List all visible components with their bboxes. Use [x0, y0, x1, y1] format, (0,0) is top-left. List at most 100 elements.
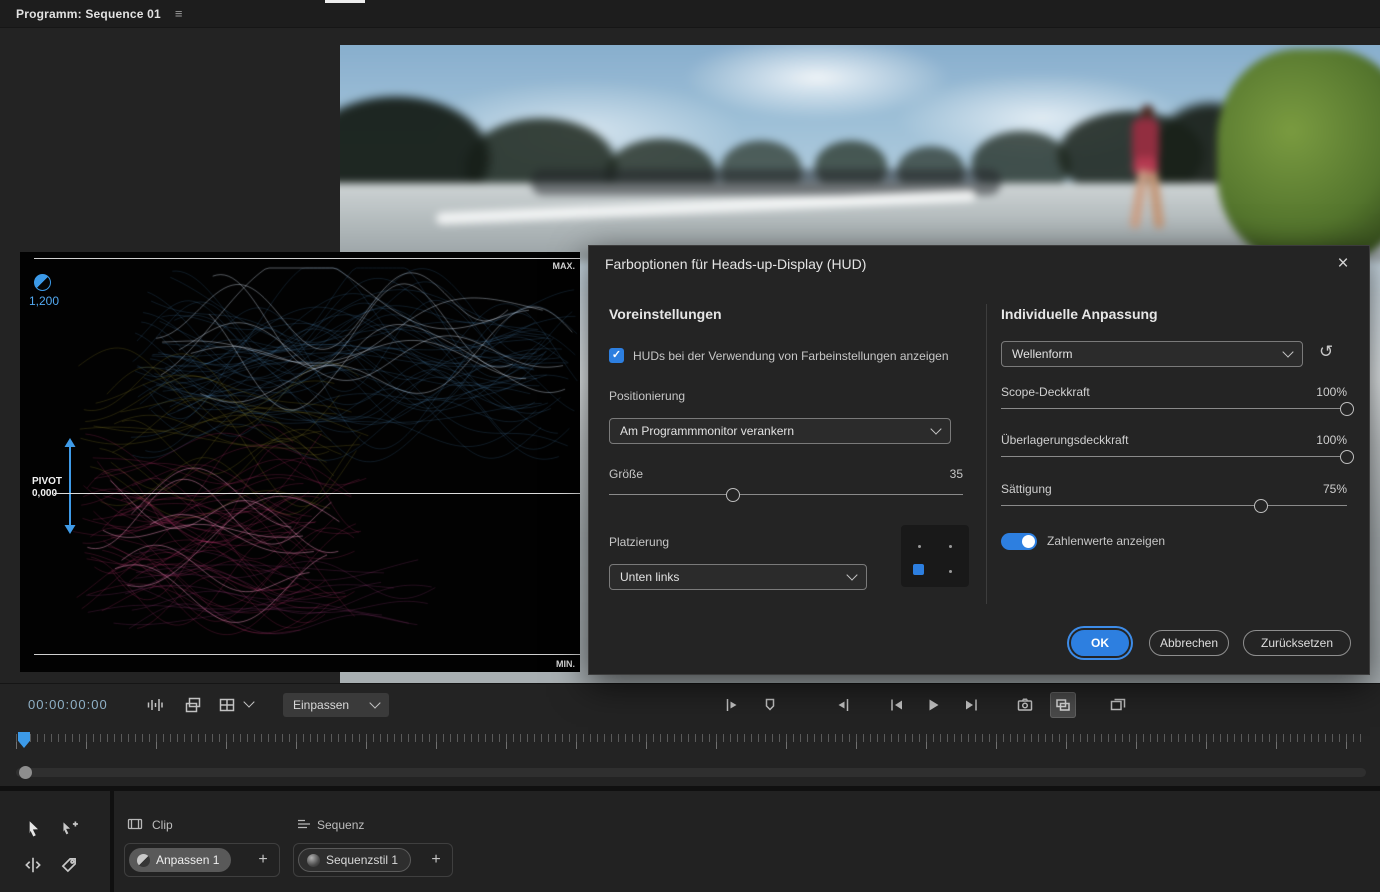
mark-out-button[interactable]	[830, 692, 856, 718]
selection-tool-button[interactable]	[20, 816, 46, 842]
chevron-down-icon	[930, 423, 941, 434]
sequence-style-pill[interactable]: Sequenzstil 1	[298, 848, 411, 872]
scope-min-line	[34, 654, 580, 655]
play-button[interactable]	[920, 692, 946, 718]
custom-heading: Individuelle Anpassung	[1001, 306, 1158, 322]
program-monitor-header: Programm: Sequence 01 ≡	[0, 0, 1380, 28]
go-to-out-button[interactable]	[958, 692, 984, 718]
presets-heading: Voreinstellungen	[609, 306, 722, 322]
placement-dot-top-left[interactable]	[918, 545, 921, 548]
dialog-close-icon[interactable]: ×	[1331, 252, 1355, 276]
mark-in-button[interactable]	[719, 692, 745, 718]
add-clip-preset-button[interactable]: +	[251, 848, 275, 872]
clip-adjust-pill[interactable]: Anpassen 1	[129, 848, 231, 872]
placement-dropdown[interactable]: Unten links	[609, 564, 867, 590]
label-tool-button[interactable]	[56, 852, 82, 878]
contrast-icon[interactable]	[34, 274, 51, 291]
zoom-level-select[interactable]: Einpassen	[283, 693, 389, 717]
style-sphere-icon	[307, 854, 320, 867]
saturation-value[interactable]: 75%	[1323, 482, 1347, 496]
chevron-down-icon	[846, 569, 857, 580]
chevron-down-icon[interactable]	[243, 696, 254, 707]
comparison-view-button[interactable]	[1105, 692, 1131, 718]
size-slider[interactable]	[609, 484, 963, 506]
adjustment-icon	[137, 854, 150, 867]
placement-grid[interactable]	[901, 525, 969, 587]
positioning-dropdown[interactable]: Am Programmmonitor verankern	[609, 418, 951, 444]
show-values-label: Zahlenwerte anzeigen	[1047, 534, 1165, 548]
pivot-line[interactable]	[54, 493, 580, 494]
saturation-slider[interactable]	[1001, 495, 1347, 517]
sequence-section-label: Sequenz	[317, 818, 364, 832]
overlay-opacity-label: Überlagerungsdeckkraft	[1001, 433, 1128, 447]
go-to-out-icon	[962, 696, 980, 714]
scope-value[interactable]: 1,200	[29, 294, 59, 308]
hud-color-options-dialog: Farboptionen für Heads-up-Display (HUD) …	[588, 245, 1370, 675]
pointer-icon	[23, 819, 43, 839]
scrollbar-thumb[interactable]	[19, 766, 32, 779]
scope-opacity-label: Scope-Deckkraft	[1001, 385, 1090, 399]
premiere-app: Programm: Sequence 01 ≡ MAX	[0, 0, 1380, 892]
ripple-edit-icon	[23, 855, 43, 875]
size-value[interactable]: 35	[923, 467, 963, 481]
timeline-ruler[interactable]	[16, 734, 1366, 760]
huds-checkbox-label: HUDs bei der Verwendung von Farbeinstell…	[633, 349, 949, 363]
scope-opacity-slider[interactable]	[1001, 398, 1347, 420]
huds-checkbox[interactable]: ✓	[609, 348, 624, 363]
track-select-tool-button[interactable]	[56, 816, 82, 842]
go-to-in-icon	[888, 696, 906, 714]
ripple-edit-tool-button[interactable]	[20, 852, 46, 878]
timecode[interactable]: 00:00:00:00	[28, 697, 108, 712]
lumetri-waveform-scope: MAX. MIN. 1,200 PIVOT 0,000	[20, 252, 580, 672]
audio-waveform-button[interactable]	[142, 692, 168, 718]
chevron-down-icon	[1282, 346, 1293, 357]
mark-out-icon	[834, 696, 852, 714]
show-values-toggle[interactable]	[1001, 533, 1037, 550]
audio-waveform-icon	[146, 696, 164, 714]
panel-menu-icon[interactable]: ≡	[175, 6, 183, 21]
dialog-column-divider	[986, 304, 987, 604]
tools-divider	[110, 791, 114, 892]
panel-tab-title[interactable]: Programm: Sequence 01	[16, 7, 161, 21]
marker-icon	[761, 696, 779, 714]
pointer-plus-icon	[59, 819, 79, 839]
effects-panel: Clip Anpassen 1 + Sequenz Sequenzstil 1 …	[0, 791, 1380, 892]
sequence-icon	[295, 815, 313, 833]
clip-icon	[126, 815, 144, 833]
scope-opacity-value[interactable]: 100%	[1316, 385, 1347, 399]
placement-label: Platzierung	[609, 535, 669, 549]
saturation-label: Sättigung	[1001, 482, 1052, 496]
positioning-label: Positionierung	[609, 389, 685, 403]
reset-button[interactable]: Zurücksetzen	[1243, 630, 1351, 656]
placement-dot-bottom-right[interactable]	[949, 570, 952, 573]
toggle-knob	[1022, 535, 1035, 548]
go-to-in-button[interactable]	[884, 692, 910, 718]
waveform-canvas	[50, 266, 580, 648]
active-tab-indicator	[325, 0, 365, 3]
transport-bar: 00:00:00:00 Einpassen	[0, 683, 1380, 786]
overlays-button[interactable]	[180, 692, 206, 718]
placement-active-bottom-left[interactable]	[913, 564, 924, 575]
dialog-title: Farboptionen für Heads-up-Display (HUD)	[605, 256, 866, 272]
horizontal-scrollbar[interactable]	[16, 768, 1366, 777]
size-label: Größe	[609, 467, 643, 481]
overlay-opacity-slider[interactable]	[1001, 446, 1347, 468]
overlay-opacity-value[interactable]: 100%	[1316, 433, 1347, 447]
add-marker-button[interactable]	[757, 692, 783, 718]
reset-style-icon[interactable]: ↺	[1319, 342, 1333, 362]
export-frame-button[interactable]	[1012, 692, 1038, 718]
cancel-button[interactable]: Abbrechen	[1149, 630, 1229, 656]
scope-style-dropdown[interactable]: Wellenform	[1001, 341, 1303, 367]
comparison-view-icon	[1109, 696, 1127, 714]
ok-button[interactable]: OK	[1071, 630, 1129, 656]
drag-video-button[interactable]	[1050, 692, 1076, 718]
pivot-label: PIVOT	[32, 476, 62, 487]
size-slider-handle[interactable]	[726, 488, 740, 502]
safe-margins-button[interactable]	[214, 692, 240, 718]
safe-margins-icon	[218, 696, 236, 714]
placement-dot-top-right[interactable]	[949, 545, 952, 548]
pivot-arrows-icon[interactable]	[63, 438, 77, 534]
scope-max-label: MAX.	[553, 261, 576, 271]
chevron-down-icon	[369, 697, 380, 708]
add-sequence-style-button[interactable]: +	[424, 848, 448, 872]
